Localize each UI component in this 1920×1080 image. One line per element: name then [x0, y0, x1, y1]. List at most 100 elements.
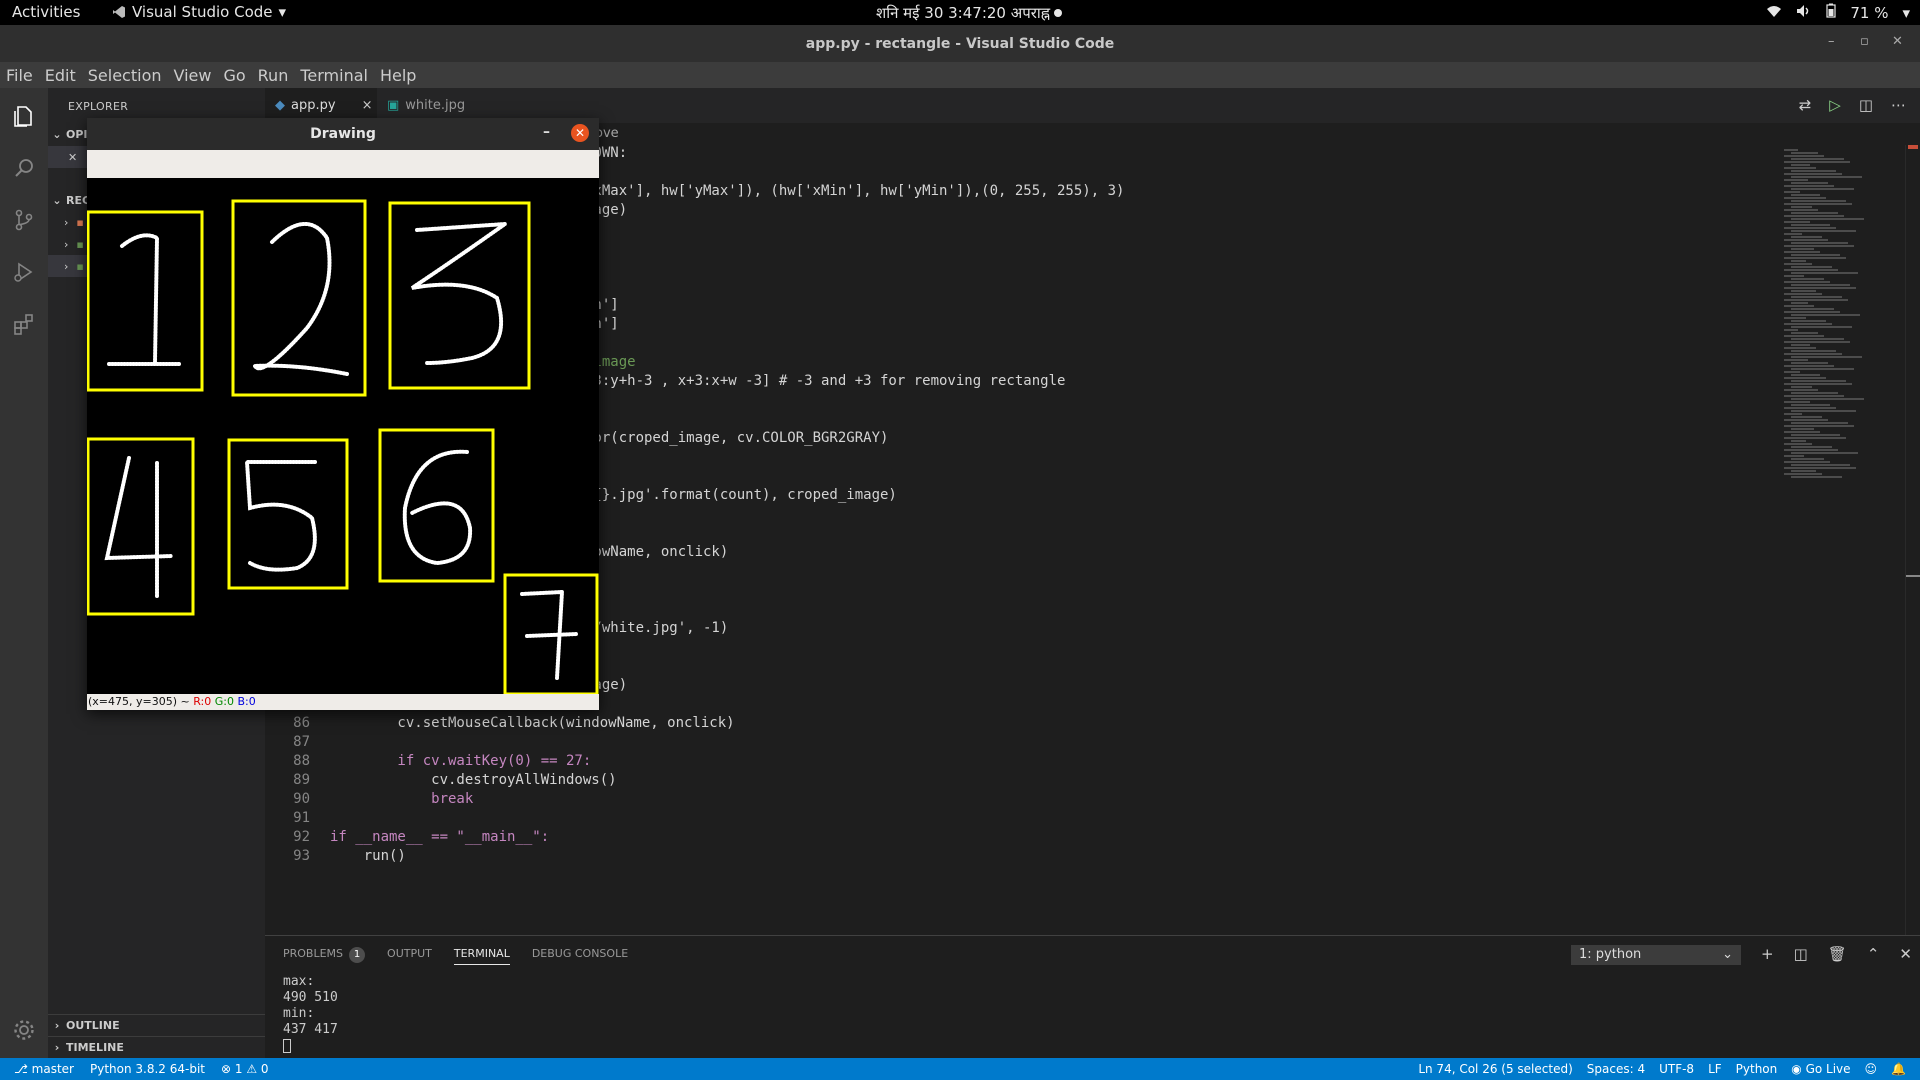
tab-problems-label: PROBLEMS: [283, 947, 344, 960]
minimap-line: [1784, 353, 1842, 355]
indentation[interactable]: Spaces: 4: [1587, 1062, 1645, 1076]
menu-edit[interactable]: Edit: [45, 66, 76, 85]
eol[interactable]: LF: [1708, 1062, 1722, 1076]
terminal-select-value: 1: python: [1579, 947, 1642, 962]
minimize-icon[interactable]: –: [543, 124, 550, 140]
explorer-header: EXPLORER: [68, 100, 129, 113]
activities-button[interactable]: Activities: [12, 3, 80, 21]
scrollbar-thumb[interactable]: [1906, 575, 1920, 577]
git-branch[interactable]: ⎇ master: [14, 1062, 74, 1076]
editor-scrollbar[interactable]: [1905, 145, 1920, 935]
minimap-line: [1791, 374, 1820, 376]
minimap-line: [1791, 206, 1812, 208]
line-text: cv.destroyAllWindows(): [330, 772, 617, 788]
go-live-label: Go Live: [1805, 1062, 1851, 1076]
chevron-down-icon: ⌄: [52, 127, 62, 141]
python-interpreter[interactable]: Python 3.8.2 64-bit: [90, 1062, 205, 1076]
minimap-line: [1784, 431, 1820, 433]
split-terminal-icon[interactable]: ◫: [1794, 945, 1808, 963]
close-icon[interactable]: ✕: [571, 124, 589, 142]
encoding[interactable]: UTF-8: [1659, 1062, 1694, 1076]
maximize-panel-icon[interactable]: ⌃: [1867, 945, 1880, 963]
battery-icon: [1826, 3, 1836, 22]
panel-actions: + ◫ 🗑 ⌃ ✕: [1761, 945, 1912, 963]
feedback-icon[interactable]: ☺: [1865, 1062, 1878, 1076]
menu-go[interactable]: Go: [223, 66, 245, 85]
terminal-output[interactable]: max: 490 510 min: 437 417: [283, 974, 338, 1054]
outline-section[interactable]: › OUTLINE: [48, 1014, 265, 1036]
app-menu[interactable]: Visual Studio Code ▾: [112, 3, 286, 21]
tab-label: white.jpg: [405, 98, 466, 113]
menu-help[interactable]: Help: [380, 66, 416, 85]
terminal-select[interactable]: 1: python ⌄: [1571, 945, 1741, 965]
system-tray[interactable]: 71 % ▾: [1766, 3, 1910, 22]
minimap-line: [1791, 248, 1814, 250]
close-panel-icon[interactable]: ✕: [1899, 945, 1912, 963]
minimap-line: [1784, 239, 1828, 241]
go-live[interactable]: ◉ Go Live: [1791, 1062, 1850, 1076]
run-file-icon[interactable]: ▷: [1829, 96, 1841, 114]
timeline-section[interactable]: › TIMELINE: [48, 1036, 265, 1058]
minimap-line: [1791, 236, 1822, 238]
compare-icon[interactable]: ⇄: [1799, 96, 1812, 114]
close-icon[interactable]: ✕: [1892, 34, 1903, 49]
minimap-line: [1784, 371, 1800, 373]
trash-icon[interactable]: 🗑: [1828, 945, 1847, 963]
drawing-canvas[interactable]: [87, 178, 599, 694]
line-text: 'xMax'], hw['yMax']), (hw['xMin'], hw['y…: [585, 183, 1125, 199]
minimap-line: [1791, 200, 1846, 202]
branch-label: master: [31, 1062, 74, 1076]
new-terminal-icon[interactable]: +: [1761, 945, 1774, 963]
status-bar: ⎇ master Python 3.8.2 64-bit ⊗ 1 ⚠ 0 Ln …: [0, 1058, 1920, 1080]
drawing-title-bar[interactable]: Drawing – ✕: [87, 118, 599, 150]
minimap-line: [1784, 275, 1804, 277]
minimap-line: [1791, 362, 1828, 364]
notification-dot: [1054, 9, 1062, 17]
minimap-line: [1791, 434, 1840, 436]
language-mode[interactable]: Python: [1736, 1062, 1778, 1076]
editor-actions: ⇄ ▷ ◫ ⋯: [1799, 96, 1906, 114]
menu-selection[interactable]: Selection: [88, 66, 162, 85]
split-editor-icon[interactable]: ◫: [1859, 96, 1873, 114]
extensions-icon[interactable]: [8, 308, 40, 340]
code-line: 93 run(): [265, 848, 1765, 867]
chevron-right-icon: ›: [54, 1041, 60, 1054]
menu-terminal[interactable]: Terminal: [300, 66, 368, 85]
tab-problems[interactable]: PROBLEMS 1: [283, 947, 366, 965]
minimap-line: [1791, 338, 1844, 340]
tab-terminal[interactable]: TERMINAL: [453, 947, 510, 965]
more-actions-icon[interactable]: ⋯: [1891, 96, 1906, 114]
tab-close-icon[interactable]: ×: [362, 98, 373, 113]
drawing-window[interactable]: Drawing – ✕ (x=475, y=305) ~ R:0 G:0 B:0: [87, 118, 599, 710]
menu-file[interactable]: File: [6, 66, 33, 85]
minimap-line: [1784, 293, 1822, 295]
minimap-line: [1784, 161, 1850, 163]
cursor-position[interactable]: Ln 74, Col 26 (5 selected): [1418, 1062, 1572, 1076]
notifications-icon[interactable]: 🔔: [1891, 1062, 1906, 1076]
problems-status[interactable]: ⊗ 1 ⚠ 0: [221, 1062, 269, 1076]
menu-run[interactable]: Run: [258, 66, 289, 85]
explorer-icon[interactable]: [8, 100, 40, 132]
minimap[interactable]: [1780, 145, 1905, 935]
close-icon[interactable]: ✕: [68, 151, 77, 164]
minimap-line: [1784, 299, 1848, 301]
maximize-icon[interactable]: ▫: [1860, 34, 1869, 49]
minimap-line: [1784, 191, 1800, 193]
search-icon[interactable]: [8, 152, 40, 184]
scrollbar-marker: [1908, 145, 1918, 149]
minimap-line: [1784, 407, 1836, 409]
line-text: -3:y+h-3 , x+3:x+w -3] # -3 and +3 for r…: [585, 373, 1066, 389]
tab-debug-console[interactable]: DEBUG CONSOLE: [532, 947, 628, 965]
clock[interactable]: शनि मई 30 3:47:20 अपराह्न: [876, 3, 1050, 23]
gear-icon[interactable]: [8, 1014, 40, 1046]
tab-output[interactable]: OUTPUT: [387, 947, 432, 965]
run-debug-icon[interactable]: [8, 256, 40, 288]
source-control-icon[interactable]: [8, 204, 40, 236]
line-number: 90: [293, 791, 310, 807]
minimize-icon[interactable]: –: [1828, 34, 1835, 49]
folder-dot: ▪: [76, 215, 84, 229]
minimap-line: [1784, 311, 1840, 313]
pixel-b: B:0: [237, 695, 256, 708]
menu-view[interactable]: View: [174, 66, 212, 85]
line-number: 88: [293, 753, 310, 769]
